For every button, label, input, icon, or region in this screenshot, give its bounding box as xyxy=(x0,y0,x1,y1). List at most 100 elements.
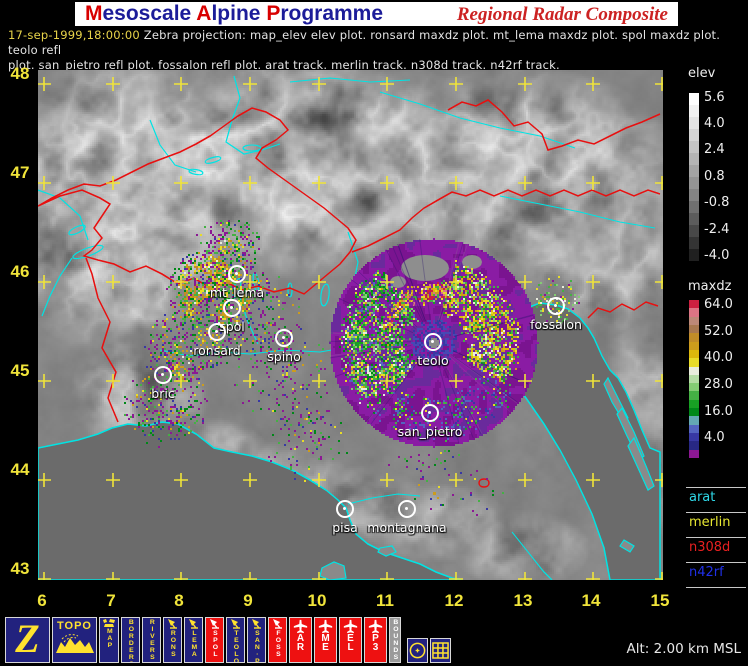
toolbar-button-p3[interactable]: P3 xyxy=(364,617,387,663)
elev-swatch xyxy=(689,189,699,201)
toolbar-button-teolo[interactable]: TEOLO xyxy=(226,617,245,663)
toolbar-button-label: SPOL xyxy=(211,630,219,658)
toolbar-button-rons[interactable]: RONS xyxy=(163,617,182,663)
app-title: Mesoscale Alpine Programme xyxy=(85,2,383,26)
elev-swatch xyxy=(689,249,699,261)
station-marker-mt_lema xyxy=(228,265,246,283)
toolbar-button-spol[interactable]: SPOL xyxy=(205,617,224,663)
maxdz-swatch xyxy=(689,399,699,409)
elev-swatch-label: -4.0 xyxy=(704,248,730,263)
maxdz-swatch xyxy=(689,300,699,309)
title-word: rogramme xyxy=(280,2,384,25)
station-marker-san_pietro xyxy=(421,404,439,422)
toolbar-button-grid[interactable] xyxy=(430,638,451,663)
altitude-readout: Alt: 2.00 km MSL xyxy=(626,641,741,657)
toolbar-button-z[interactable]: Z xyxy=(5,617,50,663)
toolbar-button-sanp[interactable]: SAN·P xyxy=(247,617,266,663)
radar-dish-icon xyxy=(252,619,261,629)
elev-swatch xyxy=(689,225,699,237)
maxdz-swatch xyxy=(689,349,699,359)
toolbar-button-el[interactable]: EL xyxy=(339,617,362,663)
toolbar-button-lema[interactable]: LEMA xyxy=(184,617,203,663)
elev-colorbar-title: elev xyxy=(688,66,716,81)
station-dot xyxy=(215,330,218,333)
station-label-mt_lema: mt_lema xyxy=(209,285,265,300)
track-separator xyxy=(686,587,746,588)
station-label-san_pietro: san_pietro xyxy=(397,424,463,439)
toolbar-button-label: ME xyxy=(321,633,330,653)
timestamp: 17-sep-1999,18:00:00 xyxy=(8,28,140,42)
station-dot xyxy=(235,272,238,275)
station-marker-montagnana xyxy=(398,500,416,518)
maxdz-colorbar xyxy=(689,300,699,458)
station-dot xyxy=(282,336,285,339)
toolbar-button-borders[interactable]: BORDERS xyxy=(121,617,140,663)
station-label-teolo: teolo xyxy=(417,353,449,368)
toolbar-button-label: BOUNDS xyxy=(392,619,400,661)
toolbar-button-me[interactable]: ME xyxy=(314,617,337,663)
toolbar-button-label: MAP xyxy=(106,628,114,649)
maxdz-swatch-label: 4.0 xyxy=(704,430,725,445)
toolbar-button-label: EL xyxy=(347,633,354,653)
track-label-n308d: n308d xyxy=(689,540,731,555)
station-dot xyxy=(431,340,434,343)
elev-swatch-label: -0.8 xyxy=(704,195,730,210)
radar-dish-icon xyxy=(168,619,177,629)
toolbar-button-label: TEOLO xyxy=(232,630,240,663)
maxdz-swatch xyxy=(689,424,699,433)
airplane-icon xyxy=(343,619,358,634)
maxdz-swatch xyxy=(689,333,699,342)
toolbar-button-label: RIVERS xyxy=(148,619,156,661)
radar-dish-icon xyxy=(273,619,282,629)
toolbar-button-label: BORDERS xyxy=(127,619,135,663)
station-marker-ronsard xyxy=(208,323,226,341)
maxdz-swatch xyxy=(689,374,699,384)
toolbar-button-label: AR xyxy=(296,633,305,653)
lat-axis-label: 44 xyxy=(10,460,30,479)
maxdz-swatch xyxy=(689,341,699,350)
lon-axis-label: 14 xyxy=(581,591,601,610)
track-separator xyxy=(686,537,746,538)
lon-axis-label: 8 xyxy=(174,591,184,610)
maxdz-swatch xyxy=(689,358,699,367)
lat-axis-label: 47 xyxy=(10,163,30,182)
maxdz-swatch xyxy=(689,441,699,450)
toolbar-button-rivers[interactable]: RIVERS xyxy=(142,617,161,663)
lon-axis-label: 10 xyxy=(307,591,327,610)
toolbar-button-ar[interactable]: AR xyxy=(289,617,312,663)
title-word: esoscale xyxy=(102,2,197,25)
toolbar-button-map[interactable]: MAP xyxy=(99,617,119,663)
toolbar-button-scope[interactable] xyxy=(407,638,428,663)
toolbar-button-topo[interactable]: TOPO xyxy=(52,617,97,663)
station-dot xyxy=(343,507,346,510)
maxdz-swatch-label: 64.0 xyxy=(704,297,733,312)
zebra-logo: Z xyxy=(15,617,40,661)
elev-swatch xyxy=(689,153,699,165)
title-cap-letter: A xyxy=(196,2,212,25)
radar-dish-icon xyxy=(210,619,219,629)
lon-axis-label: 13 xyxy=(513,591,533,610)
title-box: Mesoscale Alpine Programme Regional Rada… xyxy=(75,2,678,26)
lat-axis-label: 46 xyxy=(10,262,30,281)
station-dot xyxy=(161,373,164,376)
airplane-icon xyxy=(293,619,308,634)
lon-axis-label: 7 xyxy=(106,591,116,610)
station-label-spol: spol xyxy=(219,319,245,334)
toolbar-button-label: RONS xyxy=(169,630,177,658)
toolbar-button-foss[interactable]: FOSS xyxy=(268,617,287,663)
lat-axis-label: 43 xyxy=(10,559,30,578)
status-bar: 17-sep-1999,18:00:00 Zebra projection: m… xyxy=(8,28,744,73)
map-icon xyxy=(103,619,115,627)
maxdz-swatch xyxy=(689,324,699,334)
app-window: Mesoscale Alpine Programme Regional Rada… xyxy=(0,0,748,666)
lon-axis-label: 11 xyxy=(376,591,394,610)
maxdz-swatch-label: 28.0 xyxy=(704,377,733,392)
app-subtitle: Regional Radar Composite xyxy=(456,4,668,25)
toolbar-button-bounds[interactable]: BOUNDS xyxy=(389,617,401,663)
status-line-1: 17-sep-1999,18:00:00 Zebra projection: m… xyxy=(8,28,744,58)
airplane-icon xyxy=(368,619,383,634)
track-label-n42rf: n42rf xyxy=(689,565,724,580)
elev-swatch-label: -2.4 xyxy=(704,222,730,237)
station-label-montagnana: montagnana xyxy=(367,520,447,535)
maxdz-swatch xyxy=(689,391,699,400)
